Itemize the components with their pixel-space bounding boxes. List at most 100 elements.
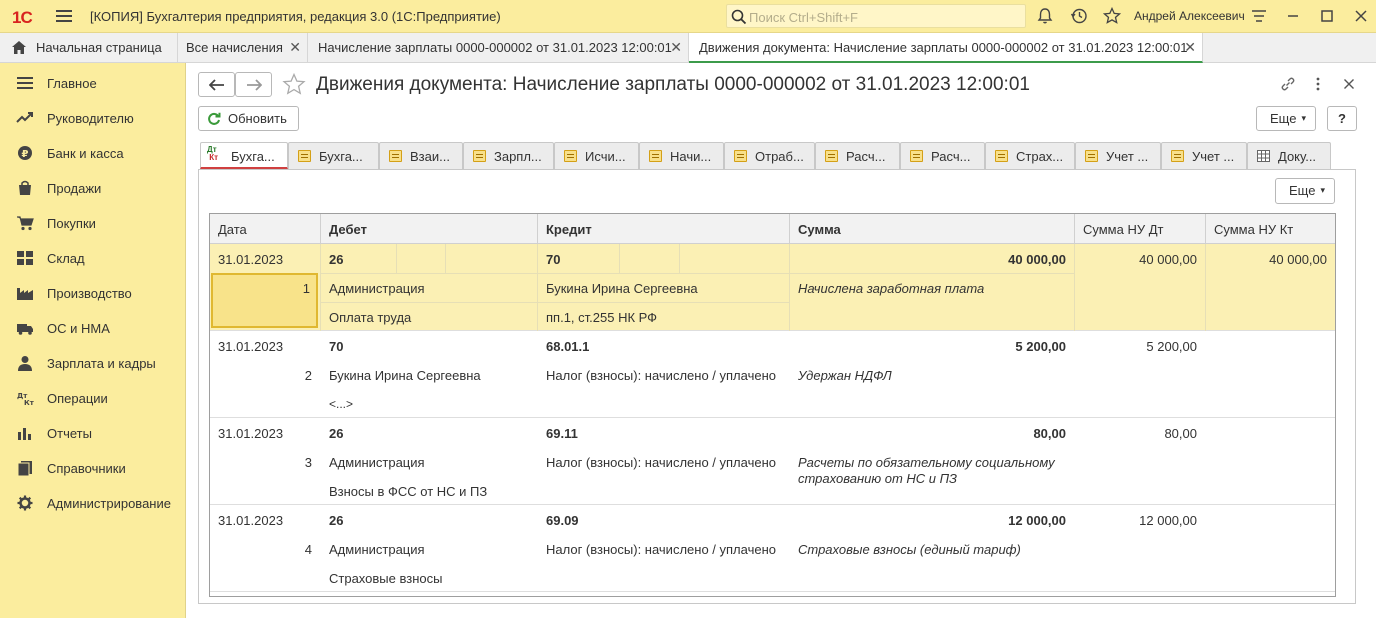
open-tabs-bar: Начальная страница Все начисления ✕ Начи… (0, 33, 1376, 63)
more-label: Еще (1289, 183, 1316, 198)
sidebar-item-sales[interactable]: Продажи (0, 170, 186, 205)
back-button[interactable] (198, 72, 235, 97)
debit-subconto-2: Взносы в ФСС от НС и ПЗ (329, 484, 488, 499)
more-vertical-icon[interactable] (1314, 76, 1322, 92)
more-label: Еще (1270, 111, 1297, 126)
minimize-icon[interactable] (1284, 7, 1302, 25)
close-form-icon[interactable] (1343, 78, 1355, 90)
tab-home[interactable]: Начальная страница (0, 33, 178, 63)
credit-account: 68.01.1 (546, 339, 590, 354)
tab-register-documents[interactable]: Доку... (1247, 142, 1331, 169)
credit-subconto-1: Налог (взносы): начислено / уплачено (546, 542, 776, 557)
sidebar-item-manager[interactable]: Руководителю (0, 100, 186, 135)
debit-account: 26 (329, 426, 344, 441)
sidebar-item-warehouse[interactable]: Склад (0, 240, 186, 275)
table-icon (1257, 150, 1270, 162)
tab-register-salary[interactable]: Зарпл... (463, 142, 554, 169)
favorites-star-icon[interactable] (1103, 7, 1121, 25)
table-row[interactable]: 31.01.2023 4 26 Администрация Страховые … (210, 505, 1335, 592)
row-date: 31.01.2023 (218, 252, 284, 267)
tab-all-accruals[interactable]: Все начисления ✕ (178, 33, 308, 63)
maximize-icon[interactable] (1318, 7, 1336, 25)
search-input[interactable]: Поиск Ctrl+Shift+F (726, 4, 1026, 28)
sidebar-item-label: Главное (47, 76, 97, 91)
tab-register-record-1[interactable]: Учет ... (1075, 142, 1161, 169)
column-header-debit[interactable]: Дебет (321, 214, 538, 244)
more-actions-button[interactable]: Еще ▾ (1256, 106, 1316, 131)
tax-debit-sum: 12 000,00 (1139, 513, 1197, 528)
column-header-tax-credit[interactable]: Сумма НУ Кт (1206, 214, 1335, 244)
link-icon[interactable] (1280, 76, 1296, 92)
help-button[interactable]: ? (1327, 106, 1357, 131)
register-icon (298, 150, 311, 162)
register-icon (564, 150, 577, 162)
sidebar-item-purchases[interactable]: Покупки (0, 205, 186, 240)
table-row[interactable]: 31.01.2023 1 26 Администрация Оплата тру… (210, 244, 1335, 331)
movements-table[interactable]: Дата Дебет Кредит Сумма Сумма НУ Дт Сумм… (209, 213, 1336, 597)
history-icon[interactable] (1070, 7, 1088, 25)
tab-register-accounting-2[interactable]: Бухга... (288, 142, 379, 169)
person-icon (18, 356, 32, 371)
bar-chart-icon (18, 428, 31, 440)
main-menu-icon[interactable] (56, 10, 72, 22)
row-number: 2 (304, 368, 312, 383)
close-tab-icon[interactable]: ✕ (289, 39, 301, 56)
tab-label: Доку... (1278, 149, 1317, 164)
trend-up-icon (16, 112, 33, 123)
bell-icon[interactable] (1036, 7, 1054, 25)
main-content: Движения документа: Начисление зарплаты … (186, 63, 1376, 618)
forward-button[interactable] (235, 72, 272, 97)
app-title: [КОПИЯ] Бухгалтерия предприятия, редакци… (90, 9, 501, 24)
sidebar-item-label: Производство (47, 286, 132, 301)
sidebar-item-production[interactable]: Производство (0, 275, 186, 310)
table-header: Дата Дебет Кредит Сумма Сумма НУ Дт Сумм… (210, 214, 1335, 244)
sidebar-item-main[interactable]: Главное (0, 65, 186, 100)
tab-register-accounting[interactable]: Дт Кт Бухга... (200, 142, 288, 169)
tax-debit-sum: 5 200,00 (1146, 339, 1197, 354)
tab-payroll-document[interactable]: Начисление зарплаты 0000-000002 от 31.01… (308, 33, 689, 63)
settings-lines-icon[interactable] (1250, 7, 1268, 25)
tab-label: Учет ... (1106, 149, 1149, 164)
dropdown-arrow-icon: ▾ (1301, 113, 1306, 123)
books-icon (17, 461, 32, 476)
sidebar-item-label: Операции (47, 391, 108, 406)
table-row[interactable]: 31.01.2023 3 26 Администрация Взносы в Ф… (210, 418, 1335, 505)
column-header-tax-debit[interactable]: Сумма НУ Дт (1075, 214, 1206, 244)
tab-label: Страх... (1016, 149, 1064, 164)
user-name[interactable]: Андрей Алексеевич (1134, 9, 1245, 23)
sidebar-item-operations[interactable]: Дт Кт Операции (0, 380, 186, 415)
sidebar-item-label: Администрирование (47, 496, 171, 511)
tab-label: Исчи... (585, 149, 626, 164)
column-header-sum[interactable]: Сумма (790, 214, 1075, 244)
tab-register-insurance[interactable]: Страх... (985, 142, 1075, 169)
close-tab-icon[interactable]: ✕ (670, 39, 682, 56)
tax-credit-sum: 40 000,00 (1269, 252, 1327, 267)
column-header-credit[interactable]: Кредит (538, 214, 790, 244)
table-row[interactable]: 31.01.2023 2 70 Букина Ирина Сергеевна <… (210, 331, 1335, 418)
tab-register-accruals[interactable]: Начи... (639, 142, 724, 169)
sidebar-item-reports[interactable]: Отчеты (0, 415, 186, 450)
favorite-star-icon[interactable] (282, 73, 306, 96)
sidebar-item-bank[interactable]: ₽ Банк и касса (0, 135, 186, 170)
column-header-date[interactable]: Дата (210, 214, 321, 244)
sidebar-item-assets[interactable]: ОС и НМА (0, 310, 186, 345)
table-more-button[interactable]: Еще ▾ (1275, 178, 1335, 204)
tab-register-calculated[interactable]: Исчи... (554, 142, 639, 169)
debit-subconto-1: Букина Ирина Сергеевна (329, 368, 481, 383)
tab-document-movements[interactable]: Движения документа: Начисление зарплаты … (689, 33, 1203, 63)
row-content: Расчеты по обязательному социальному (798, 455, 1055, 470)
close-window-icon[interactable] (1352, 7, 1370, 25)
close-tab-icon[interactable]: ✕ (1184, 39, 1196, 56)
debit-account: 26 (329, 252, 344, 267)
tab-register-calc-1[interactable]: Расч... (815, 142, 900, 169)
sidebar-item-salary[interactable]: Зарплата и кадры (0, 345, 186, 380)
refresh-button[interactable]: Обновить (198, 106, 299, 131)
tab-register-calc-2[interactable]: Расч... (900, 142, 985, 169)
sidebar-item-label: ОС и НМА (47, 321, 110, 336)
tab-register-record-2[interactable]: Учет ... (1161, 142, 1247, 169)
tab-register-worked[interactable]: Отраб... (724, 142, 815, 169)
sidebar-item-admin[interactable]: Администрирование (0, 485, 186, 520)
tab-register-settlements[interactable]: Взаи... (379, 142, 463, 169)
sidebar-item-catalogs[interactable]: Справочники (0, 450, 186, 485)
debit-account: 70 (329, 339, 344, 354)
